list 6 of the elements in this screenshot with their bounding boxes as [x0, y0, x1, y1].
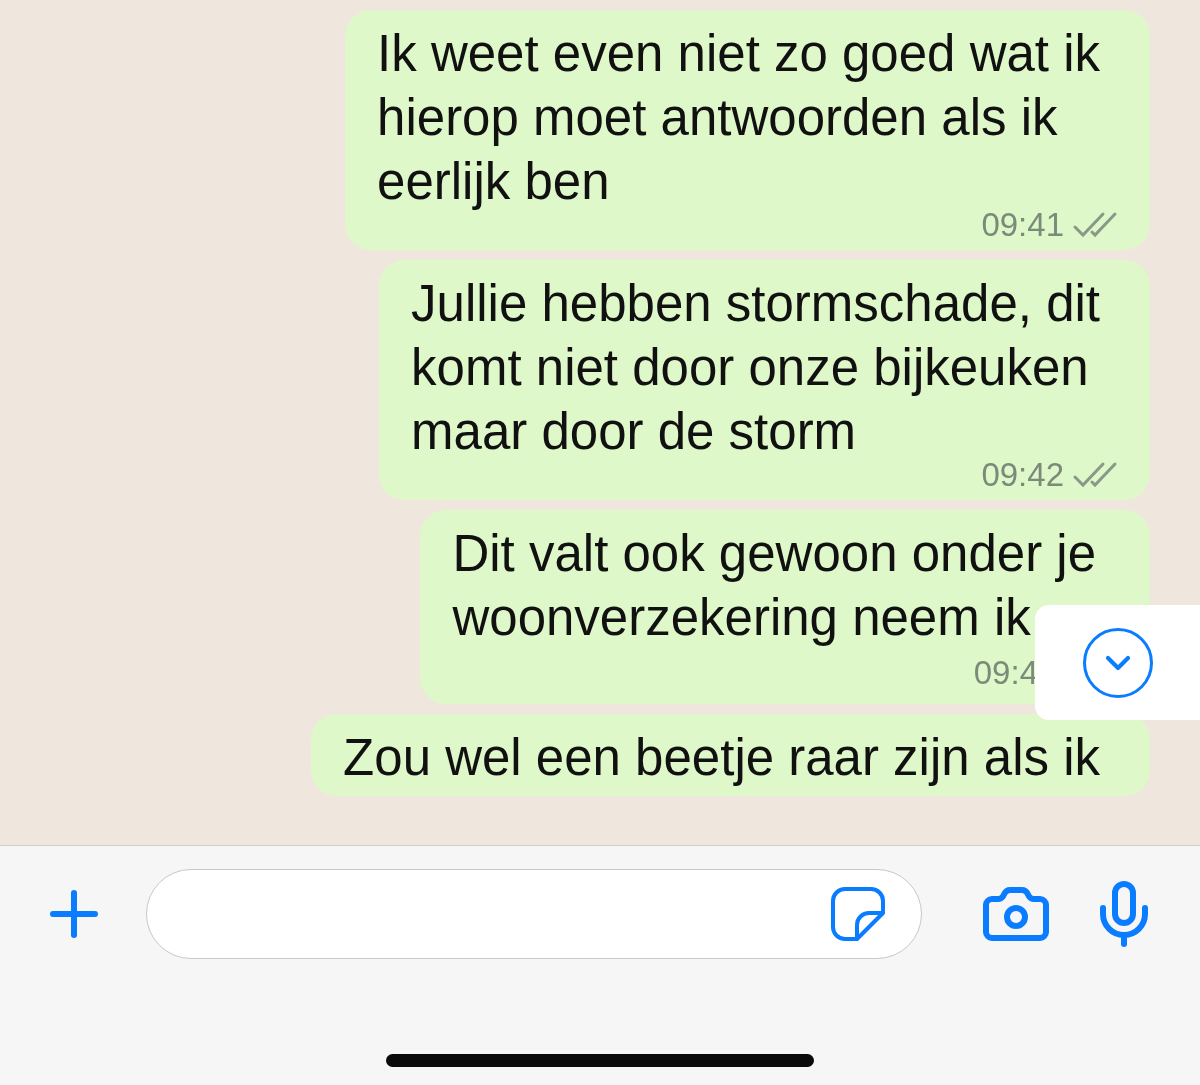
sticker-icon[interactable] — [829, 885, 887, 943]
message-text: Dit valt ook gewoon onder je woonverzekering neem ik — [452, 525, 1096, 646]
scroll-down-button[interactable] — [1035, 605, 1200, 720]
chevron-down-icon — [1082, 627, 1153, 698]
message-time: 09:4 — [973, 654, 1038, 692]
message-text: Zou wel een beetje raar zijn als ik — [343, 729, 1100, 786]
